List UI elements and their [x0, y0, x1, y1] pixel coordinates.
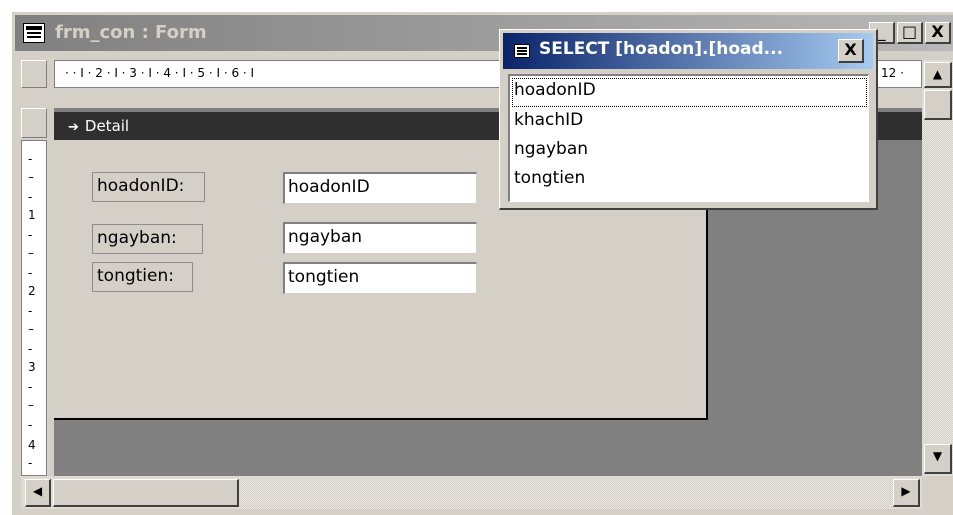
ruler-tick: -: [28, 304, 33, 318]
field-item-tongtien[interactable]: tongtien: [512, 166, 867, 195]
ruler-tick: -: [28, 456, 33, 470]
form-title: frm_con : Form: [55, 22, 207, 43]
field-list-title-bar[interactable]: SELECT [hoadon].[hoad... X: [503, 33, 873, 69]
ruler-tick: –: [28, 398, 34, 412]
arrow-icon: ➔: [68, 120, 79, 135]
section-selector[interactable]: [21, 108, 47, 138]
ruler-tick: 2: [28, 284, 36, 298]
tongtien-textbox[interactable]: tongtien: [283, 262, 477, 294]
ruler-tick: -: [28, 380, 33, 394]
ruler-tick: 3: [28, 360, 36, 374]
tongtien-label[interactable]: tongtien:: [92, 262, 193, 292]
field-item-khachid[interactable]: khachID: [512, 108, 867, 137]
field-item-ngayban[interactable]: ngayban: [512, 137, 867, 166]
ruler-tick: –: [28, 322, 34, 336]
scroll-right-button[interactable]: ▶: [893, 479, 920, 507]
ruler-marks: · · I · 2 · I · 3 · I · 4 · I · 5 · I · …: [65, 66, 255, 80]
ruler-tick: –: [28, 170, 34, 184]
ngayban-textbox[interactable]: ngayban: [283, 222, 477, 254]
ruler-tick: -: [28, 152, 33, 166]
scroll-up-button[interactable]: ▲: [924, 62, 952, 88]
ruler-tick: -: [28, 190, 33, 204]
scroll-left-button[interactable]: ◀: [25, 479, 51, 507]
close-button[interactable]: X: [925, 22, 951, 44]
restore-button[interactable]: □: [897, 22, 923, 44]
vertical-ruler[interactable]: - – - 1 - – - 2 - – - 3 - – - 4 -: [21, 140, 47, 476]
ruler-marks-end: 12 ·: [881, 66, 904, 80]
ruler-tick: 1: [28, 208, 36, 222]
field-item-hoadonid[interactable]: hoadonID: [512, 78, 867, 107]
form-icon: [23, 23, 45, 43]
ruler-tick: -: [28, 228, 33, 242]
horizontal-scrollbar[interactable]: ◀ ▶: [21, 476, 922, 509]
horizontal-scroll-thumb[interactable]: [53, 479, 239, 507]
form-selector[interactable]: [21, 60, 47, 88]
scroll-down-button[interactable]: ▼: [924, 444, 952, 474]
hoadonid-label[interactable]: hoadonID:: [92, 172, 205, 202]
ngayban-label[interactable]: ngayban:: [92, 224, 203, 254]
ruler-tick: 4: [28, 438, 36, 452]
field-list[interactable]: hoadonID khachID ngayban tongtien: [508, 74, 869, 202]
ruler-tick: -: [28, 418, 33, 432]
hoadonid-textbox[interactable]: hoadonID: [283, 172, 477, 204]
field-list-title: SELECT [hoadon].[hoad...: [539, 39, 784, 59]
vertical-scroll-thumb[interactable]: [924, 90, 952, 120]
ruler-tick: –: [28, 246, 34, 260]
detail-label: Detail: [84, 117, 130, 135]
field-list-icon: [514, 44, 530, 58]
ruler-tick: -: [28, 342, 33, 356]
ruler-tick: -: [28, 266, 33, 280]
field-list-close-button[interactable]: X: [838, 39, 864, 63]
vertical-scrollbar[interactable]: ▲ ▼: [922, 60, 953, 476]
field-list-window[interactable]: SELECT [hoadon].[hoad... X hoadonID khac…: [499, 29, 878, 210]
